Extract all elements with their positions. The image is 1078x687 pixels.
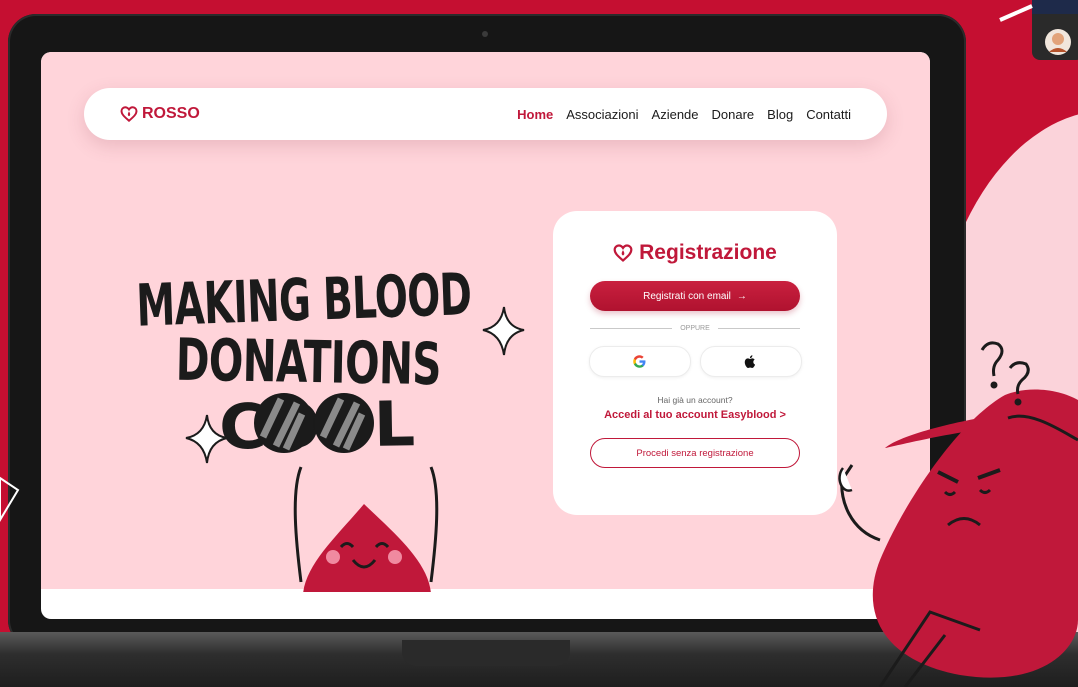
guest-button[interactable]: Procedi senza registrazione <box>590 438 800 468</box>
apple-icon <box>744 355 756 368</box>
brand-logo[interactable]: ROSSO <box>120 105 200 123</box>
video-thumbnail <box>1032 0 1078 60</box>
google-login-button[interactable] <box>588 346 691 377</box>
apple-login-button[interactable] <box>699 346 802 377</box>
laptop-frame: ROSSO Home Associazioni Aziende Donare B… <box>8 14 966 648</box>
webcam-icon <box>482 31 488 37</box>
navbar: ROSSO Home Associazioni Aziende Donare B… <box>84 88 887 140</box>
heart-logo-icon <box>120 106 138 123</box>
nav-link-aziende[interactable]: Aziende <box>652 107 699 122</box>
laptop-screen: ROSSO Home Associazioni Aziende Donare B… <box>41 52 930 619</box>
card-title-text: Registrazione <box>639 241 777 264</box>
divider-label: OPPURE <box>680 325 710 332</box>
brand-name: ROSSO <box>142 105 200 122</box>
heart-logo-icon <box>613 244 633 262</box>
nav-links: Home Associazioni Aziende Donare Blog Co… <box>517 107 851 122</box>
nav-link-donare[interactable]: Donare <box>712 107 755 122</box>
website-page: ROSSO Home Associazioni Aziende Donare B… <box>41 52 930 592</box>
arrow-right-icon: → <box>736 290 747 302</box>
hero-illustration: MAKING BLOOD DONATIONS COOL <box>135 260 525 592</box>
social-login-row <box>588 346 802 377</box>
registration-card: Registrazione Registrati con email → OPP… <box>553 211 837 515</box>
have-account-text: Hai già un account? <box>657 395 733 405</box>
nav-link-contatti[interactable]: Contatti <box>806 107 851 122</box>
blood-drop-mascot <box>293 466 439 592</box>
nav-link-home[interactable]: Home <box>517 107 553 122</box>
card-title: Registrazione <box>613 241 777 265</box>
register-email-button[interactable]: Registrati con email → <box>590 281 800 311</box>
google-icon <box>633 355 646 368</box>
login-link[interactable]: Accedi al tuo account Easyblood > <box>604 409 786 421</box>
divider-line <box>590 328 673 329</box>
or-divider: OPPURE <box>590 325 800 332</box>
nav-link-associazioni[interactable]: Associazioni <box>566 107 638 122</box>
divider-line <box>717 328 800 329</box>
laptop-notch <box>402 640 570 666</box>
register-email-label: Registrati con email <box>643 290 731 302</box>
nav-link-blog[interactable]: Blog <box>767 107 793 122</box>
